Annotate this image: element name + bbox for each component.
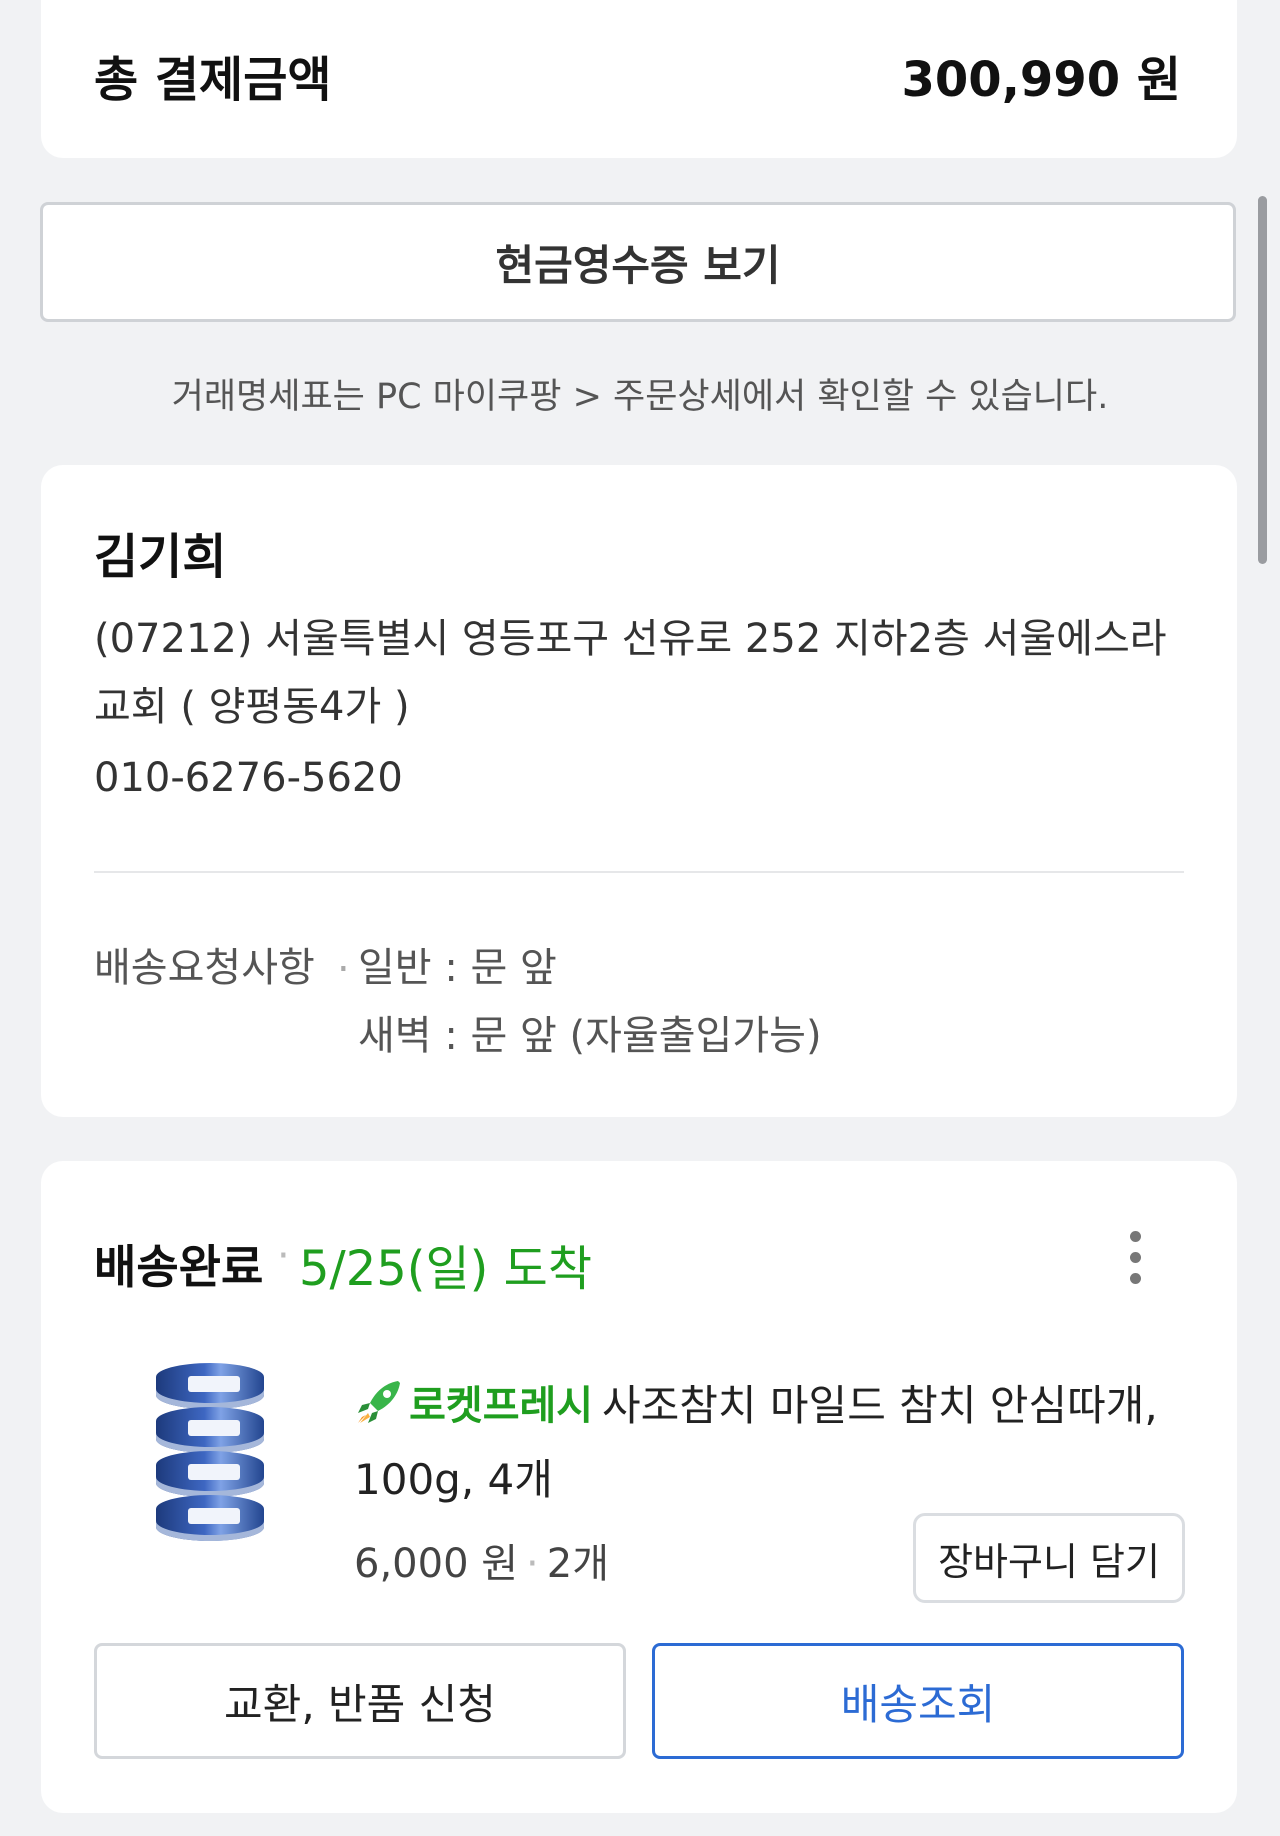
track-delivery-button[interactable]: 배송조회 xyxy=(652,1643,1184,1759)
separator-dot: · xyxy=(277,1233,290,1279)
more-vertical-icon[interactable] xyxy=(1123,1231,1147,1291)
delivery-request-dawn: 새벽 : 문 앞 (자율출입가능) xyxy=(358,1013,822,1059)
delivery-request-label: 배송요청사항 xyxy=(94,945,315,991)
add-to-cart-button[interactable]: 장바구니 담기 xyxy=(913,1513,1185,1603)
order-item-card: 배송완료 · 5/25(일) 도착 사조참치 마일드 참치 안심따개, 100g… xyxy=(41,1161,1237,1813)
total-label: 총 결제금액 xyxy=(94,52,332,108)
shipping-address-card: 김기희 (07212) 서울특별시 영등포구 선유로 252 지하2층 서울에스… xyxy=(41,465,1237,1117)
rocket-fresh-label: 로켓프레시 xyxy=(409,1383,594,1429)
rocket-fresh-badge: 로켓프레시 xyxy=(354,1373,593,1431)
separator-dot: · xyxy=(526,1541,539,1587)
product-quantity: 2개 xyxy=(546,1541,609,1587)
cash-receipt-button[interactable]: 현금영수증 보기 xyxy=(40,202,1236,322)
payment-total-card: 총 결제금액 300,990 원 xyxy=(41,0,1237,158)
total-amount: 300,990 원 xyxy=(901,52,1182,108)
delivery-status: 배송완료 xyxy=(94,1240,264,1294)
product-price: 6,000 원 xyxy=(354,1541,519,1587)
rocket-icon xyxy=(358,1381,400,1423)
recipient-phone: 010-6276-5620 xyxy=(94,755,403,801)
statement-note: 거래명세표는 PC 마이쿠팡 > 주문상세에서 확인할 수 있습니다. xyxy=(171,377,1109,417)
arrival-date: 5/25(일) 도착 xyxy=(299,1241,592,1297)
product-image[interactable] xyxy=(146,1363,276,1549)
recipient-name: 김기희 xyxy=(94,529,227,585)
divider xyxy=(94,871,1184,873)
recipient-address: (07212) 서울특별시 영등포구 선유로 252 지하2층 서울에스라 교회… xyxy=(94,616,1167,730)
product-price-row: 6,000 원 · 2개 xyxy=(354,1531,609,1589)
delivery-request-general: 일반 : 문 앞 xyxy=(358,945,557,991)
separator-dot: . xyxy=(337,935,350,981)
exchange-return-button[interactable]: 교환, 반품 신청 xyxy=(94,1643,626,1759)
scrollbar[interactable] xyxy=(1258,196,1267,564)
